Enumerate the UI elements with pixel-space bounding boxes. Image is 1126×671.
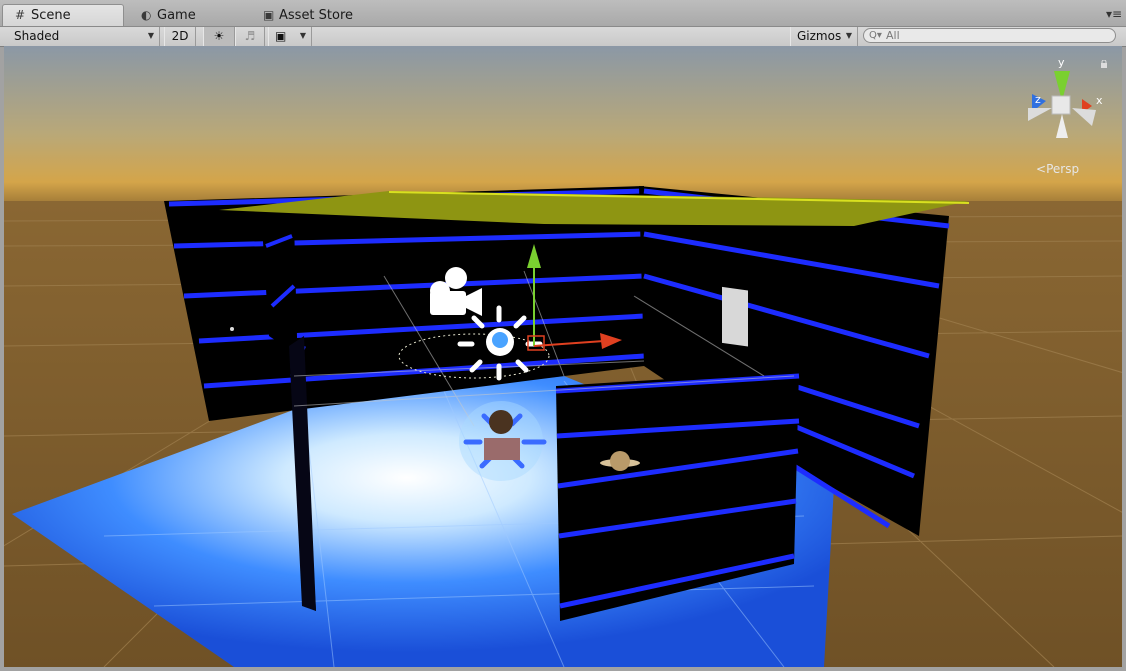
toggle-2d-label: 2D [171,29,189,43]
tab-game-label: Game [157,8,196,23]
axis-x-label: x [1096,94,1103,107]
gizmos-label: Gizmos [797,29,842,43]
editor-tab-bar: # Scene ◐ Game ▣ Asset Store ▾≡ [0,0,1126,27]
chevron-down-icon: ▼ [299,31,306,40]
projection-toggle[interactable]: <Persp [1036,162,1079,176]
search-icon: Q▾ [869,30,882,41]
tab-menu-icon[interactable]: ▾≡ [1106,7,1122,21]
lock-icon[interactable] [1100,60,1108,68]
shading-mode-dropdown[interactable]: Shaded ▼ [8,27,160,46]
perspective-icon: < [1036,162,1047,176]
scene-effects-dropdown[interactable]: ▣ ▼ [268,27,312,46]
bag-icon: ▣ [263,8,275,22]
axis-z-label: z [1035,93,1041,106]
tab-asset-store[interactable]: ▣ Asset Store [250,4,380,26]
axis-y-label: y [1058,56,1065,69]
search-placeholder: All [886,29,900,42]
gizmos-dropdown[interactable]: Gizmos ▼ [790,27,858,46]
projection-label: Persp [1046,162,1080,176]
speaker-icon: ♬ [244,29,256,43]
tab-asset-store-label: Asset Store [279,8,354,23]
shading-mode-label: Shaded [14,29,60,43]
sun-icon: ☀ [213,29,225,43]
tab-game[interactable]: ◐ Game [128,4,246,26]
grid-icon: # [15,8,26,22]
chevron-down-icon: ▼ [147,31,154,40]
chevron-down-icon: ▼ [845,31,852,40]
pacman-icon: ◐ [141,8,152,22]
wall-picture [722,286,748,347]
scene-view-render: y x z [4,46,1122,667]
tab-scene-label: Scene [31,8,71,23]
toggle-2d-button[interactable]: 2D [164,27,196,46]
tab-scene[interactable]: # Scene [2,4,124,26]
scene-audio-button[interactable]: ♬ [235,27,265,46]
scene-toolbar: Shaded ▼ 2D ☀ ♬ ▣ ▼ Gizmos ▼ Q▾ All [0,27,1126,47]
hierarchy-search-input[interactable]: Q▾ All [863,28,1116,43]
image-icon: ▣ [275,29,287,43]
scene-lighting-button[interactable]: ☀ [203,27,235,46]
scene-viewport[interactable]: y x z <Persp [4,46,1122,667]
